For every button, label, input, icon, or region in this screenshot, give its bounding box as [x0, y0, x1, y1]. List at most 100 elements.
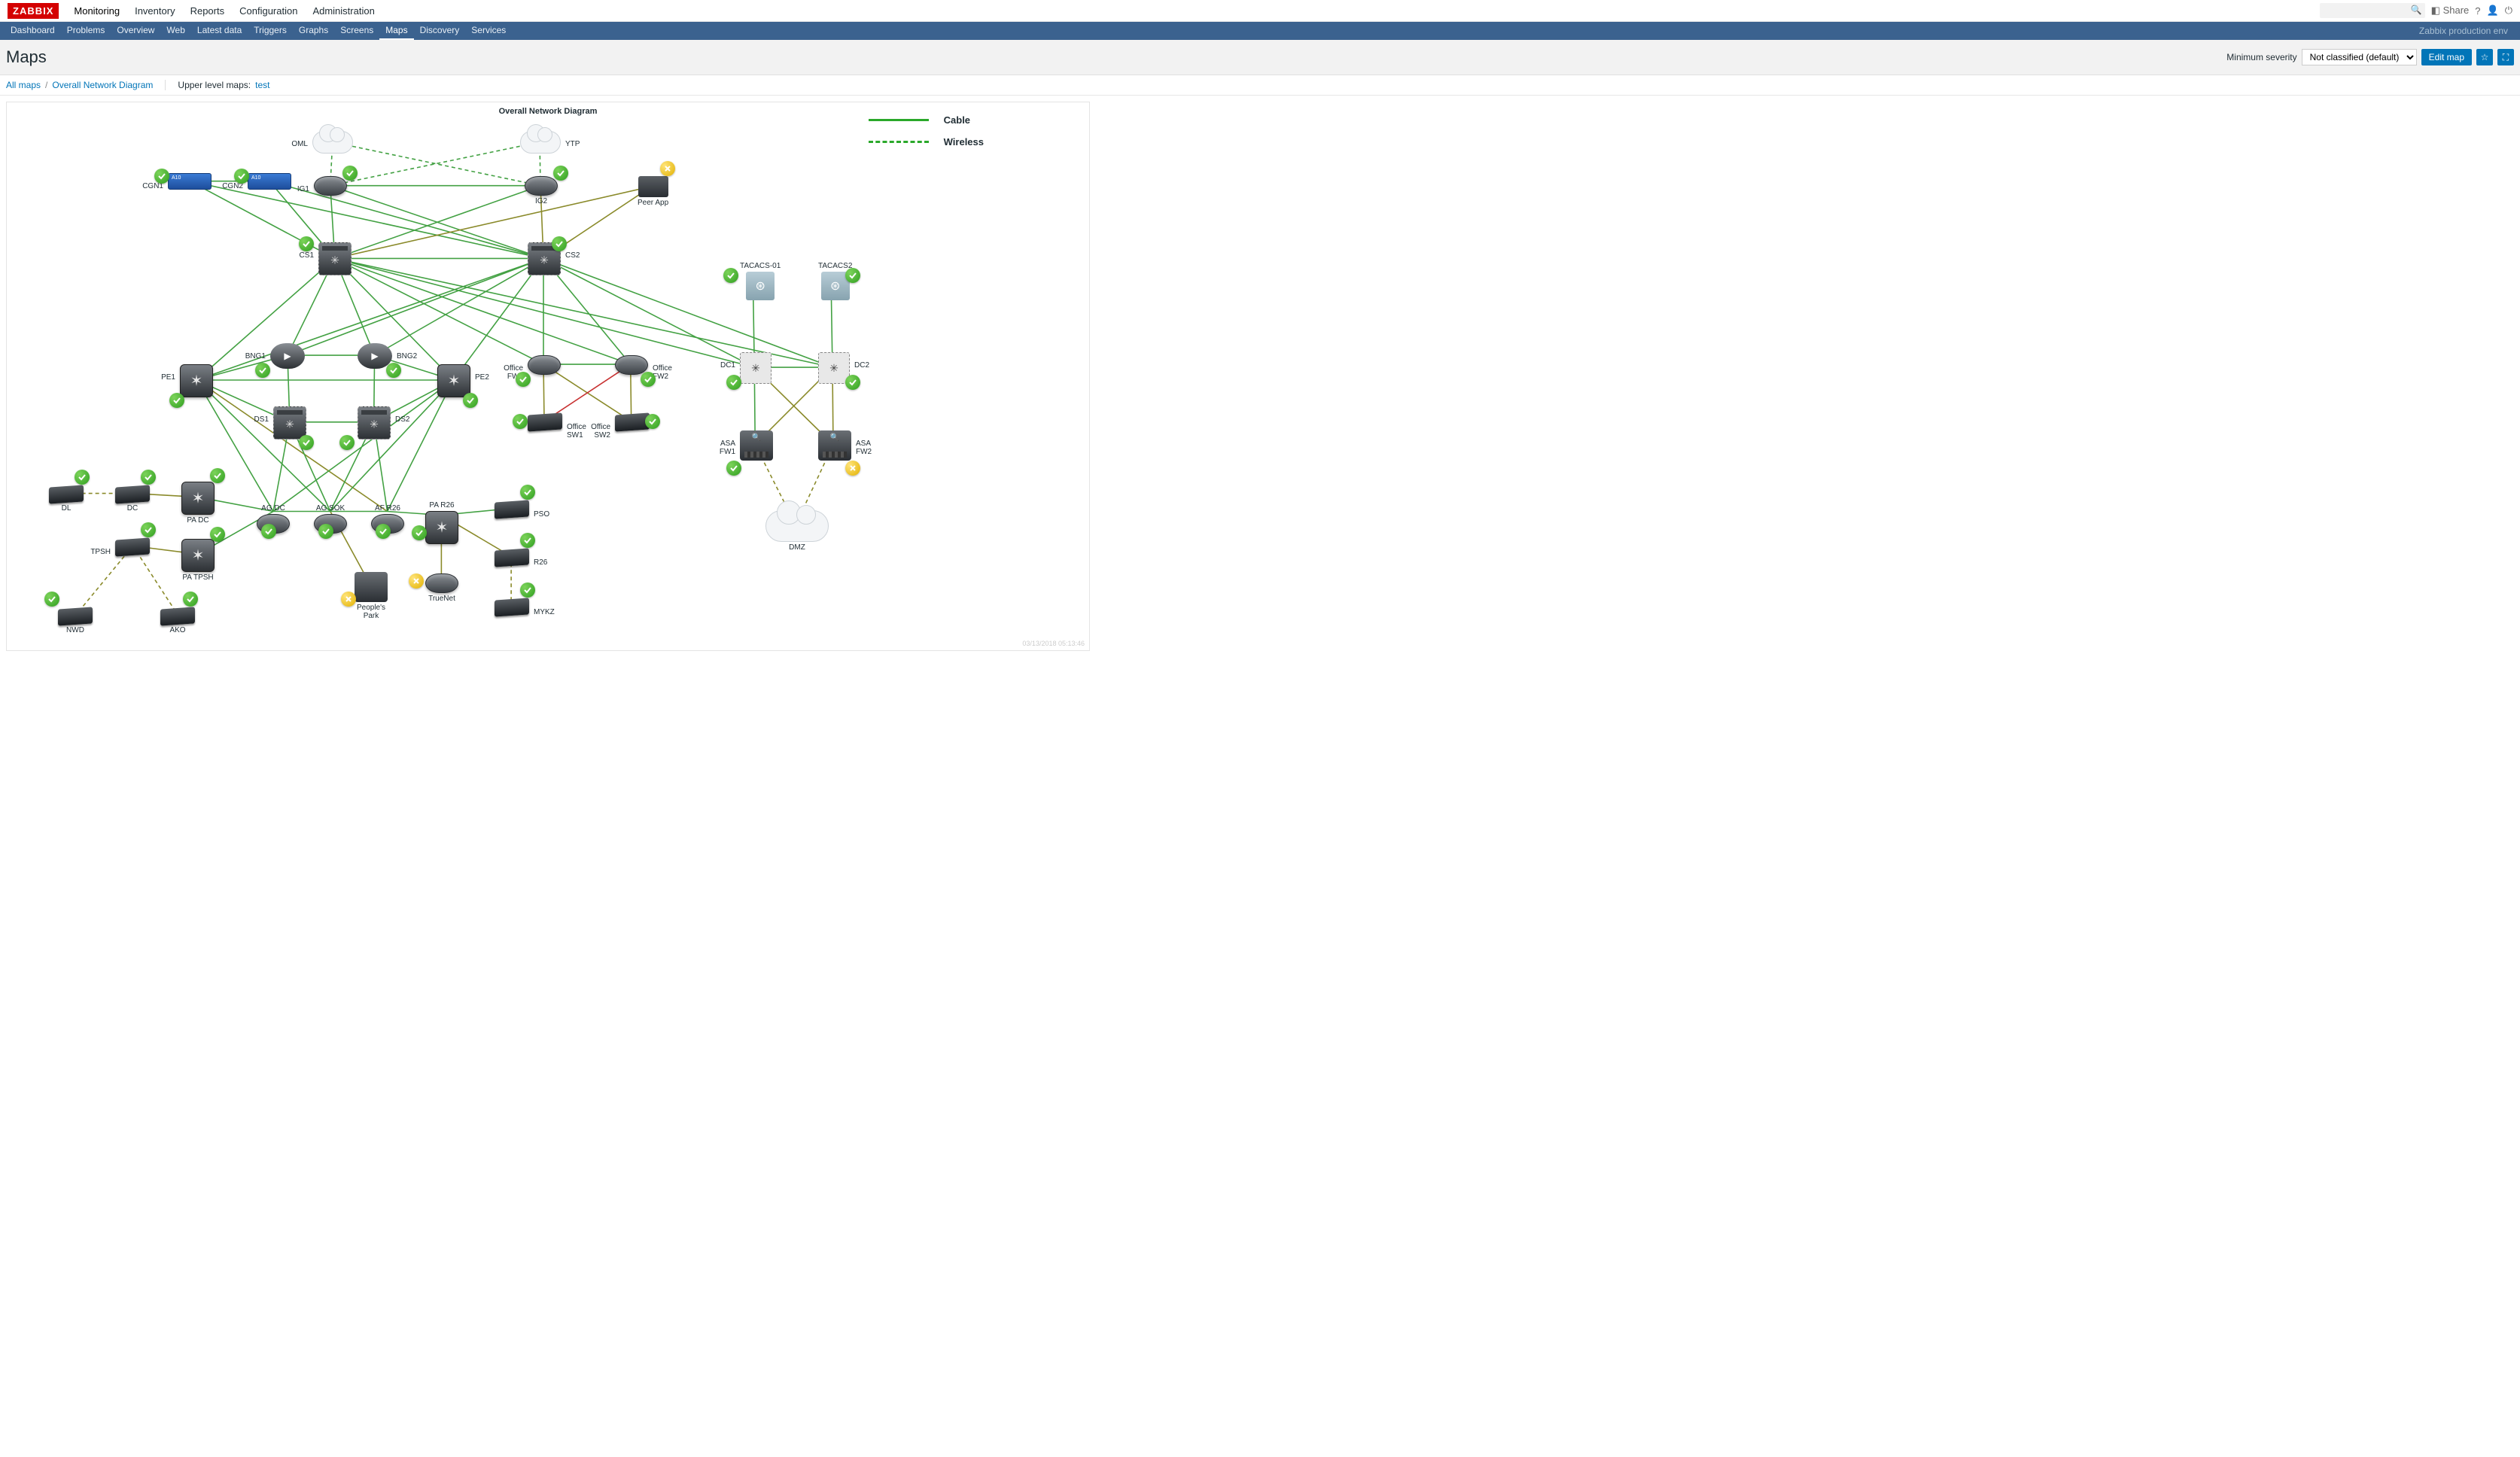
node-nwd[interactable]: NWD: [58, 608, 93, 634]
node-officefw1[interactable]: OfficeFW1: [528, 355, 561, 375]
node-pso[interactable]: PSO: [495, 501, 529, 518]
subnav-problems[interactable]: Problems: [61, 22, 111, 40]
edit-map-button[interactable]: Edit map: [2421, 49, 2472, 65]
topmenu-monitoring[interactable]: Monitoring: [66, 0, 127, 22]
node-agdc[interactable]: AG DC: [257, 503, 290, 534]
node-dl[interactable]: DL: [49, 486, 84, 513]
search-input[interactable]: [2320, 3, 2425, 18]
titlebar: Maps Minimum severity Not classified (de…: [0, 40, 2520, 75]
upper-level-link[interactable]: test: [255, 80, 269, 90]
node-label: AKO: [169, 626, 185, 634]
node-ds1[interactable]: DS1: [273, 406, 306, 440]
subnav-screens[interactable]: Screens: [334, 22, 379, 40]
dcbox-icon: [740, 352, 772, 384]
node-asafw2[interactable]: ASAFW2: [818, 430, 851, 461]
search-icon[interactable]: 🔍: [2411, 5, 2422, 15]
router-icon: [615, 355, 648, 375]
node-cs1[interactable]: CS1: [318, 242, 352, 275]
node-ig1[interactable]: IG1: [314, 176, 347, 196]
node-bng1[interactable]: BNG1: [270, 343, 305, 369]
switch-icon: [528, 412, 562, 431]
subnav-latest-data[interactable]: Latest data: [191, 22, 248, 40]
status-ok-icon: [552, 236, 567, 251]
subnav-services[interactable]: Services: [465, 22, 512, 40]
node-tpsh[interactable]: TPSH: [115, 539, 150, 555]
fullscreen-icon[interactable]: ⛶: [2497, 49, 2514, 65]
node-dmz[interactable]: DMZ: [765, 510, 829, 552]
node-ako[interactable]: AKO: [160, 608, 195, 634]
network-map-canvas[interactable]: Overall Network Diagram Cable Wireless 0…: [6, 102, 1090, 651]
topmenu-configuration[interactable]: Configuration: [232, 0, 305, 22]
node-par26[interactable]: PA R26: [425, 500, 458, 544]
severity-select[interactable]: Not classified (default): [2302, 49, 2417, 65]
node-tacacs2[interactable]: TACACS2: [818, 260, 852, 300]
cloud-icon: [520, 131, 561, 154]
node-label: PA R26: [429, 501, 454, 509]
node-officesw1[interactable]: OfficeSW1: [528, 414, 562, 430]
status-ok-icon: [255, 363, 270, 378]
node-officefw2[interactable]: OfficeFW2: [615, 355, 648, 375]
subnav-graphs[interactable]: Graphs: [293, 22, 334, 40]
node-bng2[interactable]: BNG2: [358, 343, 392, 369]
favorite-icon[interactable]: ☆: [2476, 49, 2493, 65]
status-warn-icon: [409, 573, 424, 589]
node-padc[interactable]: PA DC: [181, 482, 215, 525]
node-cs2[interactable]: CS2: [528, 242, 561, 275]
brand-logo[interactable]: ZABBIX: [8, 3, 59, 19]
node-label: TrueNet: [428, 595, 455, 603]
node-dc1[interactable]: DC1: [740, 352, 772, 384]
severity-label: Minimum severity: [2226, 52, 2296, 62]
topmenu-inventory[interactable]: Inventory: [127, 0, 182, 22]
subnav-discovery[interactable]: Discovery: [414, 22, 466, 40]
node-label: OfficeSW2: [573, 423, 610, 440]
link-cs2-dc2: [543, 258, 832, 367]
help-icon[interactable]: ?: [2475, 5, 2480, 17]
cloud-icon: [312, 131, 353, 154]
topmenu-administration[interactable]: Administration: [305, 0, 382, 22]
topmenu: MonitoringInventoryReportsConfigurationA…: [66, 0, 382, 22]
node-ig2[interactable]: IG2: [525, 176, 558, 205]
node-r26[interactable]: R26: [495, 549, 529, 566]
user-icon[interactable]: 👤: [2487, 5, 2499, 17]
node-ds2[interactable]: DS2: [358, 406, 391, 440]
topmenu-reports[interactable]: Reports: [183, 0, 233, 22]
node-tacacs1[interactable]: TACACS-01: [740, 260, 781, 300]
node-label: AF R26: [375, 504, 400, 513]
status-ok-icon: [553, 166, 568, 181]
node-label: CS2: [565, 251, 603, 260]
link-pe1-afr26: [196, 380, 387, 512]
node-label: DC1: [698, 361, 735, 370]
status-ok-icon: [169, 393, 184, 408]
node-pe1[interactable]: PE1: [180, 364, 213, 397]
node-pe2[interactable]: PE2: [437, 364, 470, 397]
node-peerapp[interactable]: Peer App: [638, 176, 668, 207]
subnav-dashboard[interactable]: Dashboard: [5, 22, 61, 40]
node-ytp[interactable]: YTP: [520, 131, 561, 154]
share-button[interactable]: ◧ Share: [2431, 5, 2470, 17]
node-patpsh[interactable]: PA TPSH: [181, 539, 215, 582]
node-truenet[interactable]: TrueNet: [425, 573, 458, 603]
node-mykz[interactable]: MYKZ: [495, 599, 529, 616]
node-label: TACACS-01: [740, 262, 781, 270]
subnav-triggers[interactable]: Triggers: [248, 22, 293, 40]
subnav-overview[interactable]: Overview: [111, 22, 160, 40]
node-agsok[interactable]: AG SOK: [314, 503, 347, 534]
node-dc2[interactable]: DC2: [818, 352, 850, 384]
breadcrumb-current[interactable]: Overall Network Diagram: [52, 80, 153, 90]
footer-timestamp: 03/13/2018 05:13:46: [1022, 640, 1085, 647]
link-cs1-pe1: [196, 258, 334, 380]
node-asafw1[interactable]: ASAFW1: [740, 430, 773, 461]
node-afr26[interactable]: AF R26: [371, 503, 404, 534]
node-oml[interactable]: OML: [312, 131, 353, 154]
status-ok-icon: [299, 435, 314, 450]
power-icon[interactable]: ⏻: [2505, 5, 2512, 17]
node-peoples[interactable]: People'sPark: [355, 572, 388, 620]
node-officesw2[interactable]: OfficeSW2: [615, 414, 650, 430]
subnav-web[interactable]: Web: [160, 22, 190, 40]
breadcrumb-all-maps[interactable]: All maps: [6, 80, 41, 90]
node-dc[interactable]: DC: [115, 486, 150, 513]
subnav-maps[interactable]: Maps: [379, 22, 413, 40]
map-canvas-wrap: Overall Network Diagram Cable Wireless 0…: [0, 96, 2520, 657]
status-ok-icon: [299, 236, 314, 251]
link-tpsh-ako: [133, 546, 178, 615]
